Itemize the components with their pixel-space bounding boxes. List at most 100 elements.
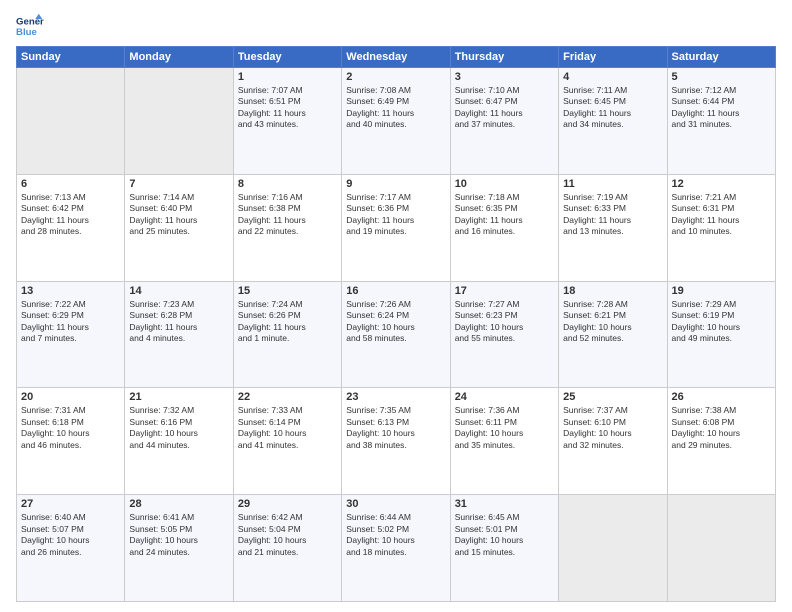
cell-text: Sunrise: 7:26 AM Sunset: 6:24 PM Dayligh…	[346, 299, 445, 345]
cell-text: Sunrise: 7:07 AM Sunset: 6:51 PM Dayligh…	[238, 85, 337, 131]
cell-text: Sunrise: 7:29 AM Sunset: 6:19 PM Dayligh…	[672, 299, 771, 345]
calendar-cell: 24 Sunrise: 7:36 AM Sunset: 6:11 PM Dayli…	[450, 388, 558, 495]
day-number: 27	[21, 498, 120, 510]
cell-text: Sunrise: 7:28 AM Sunset: 6:21 PM Dayligh…	[563, 299, 662, 345]
cell-text: Sunrise: 7:14 AM Sunset: 6:40 PM Dayligh…	[129, 192, 228, 238]
calendar-cell: 5Sunrise: 7:12 AM Sunset: 6:44 PM Daylig…	[667, 68, 775, 175]
calendar-cell: 7 Sunrise: 7:14 AM Sunset: 6:40 PM Daylig…	[125, 174, 233, 281]
calendar-cell: 30 Sunrise: 6:44 AM Sunset: 5:02 PM Dayli…	[342, 495, 450, 602]
cell-text: Sunrise: 7:24 AM Sunset: 6:26 PM Dayligh…	[238, 299, 337, 345]
calendar-cell: 29 Sunrise: 6:42 AM Sunset: 5:04 PM Dayli…	[233, 495, 341, 602]
cell-text: Sunrise: 7:36 AM Sunset: 6:11 PM Dayligh…	[455, 405, 554, 451]
calendar: SundayMondayTuesdayWednesdayThursdayFrid…	[16, 46, 776, 602]
cell-text: Sunrise: 7:38 AM Sunset: 6:08 PM Dayligh…	[672, 405, 771, 451]
day-number: 13	[21, 285, 120, 297]
day-number: 16	[346, 285, 445, 297]
cell-text: Sunrise: 7:33 AM Sunset: 6:14 PM Dayligh…	[238, 405, 337, 451]
day-number: 29	[238, 498, 337, 510]
calendar-cell: 13 Sunrise: 7:22 AM Sunset: 6:29 PM Dayli…	[17, 281, 125, 388]
svg-text:Blue: Blue	[16, 27, 37, 38]
cell-text: Sunrise: 7:12 AM Sunset: 6:44 PM Dayligh…	[672, 85, 771, 131]
day-number: 26	[672, 391, 771, 403]
week-row-4: 20Sunrise: 7:31 AM Sunset: 6:18 PM Dayli…	[17, 388, 776, 495]
calendar-cell: 19 Sunrise: 7:29 AM Sunset: 6:19 PM Dayli…	[667, 281, 775, 388]
calendar-cell: 31 Sunrise: 6:45 AM Sunset: 5:01 PM Dayli…	[450, 495, 558, 602]
calendar-cell: 17 Sunrise: 7:27 AM Sunset: 6:23 PM Dayli…	[450, 281, 558, 388]
weekday-header-friday: Friday	[559, 47, 667, 68]
cell-text: Sunrise: 7:10 AM Sunset: 6:47 PM Dayligh…	[455, 85, 554, 131]
logo: General Blue	[16, 12, 44, 40]
day-number: 24	[455, 391, 554, 403]
calendar-cell: 25 Sunrise: 7:37 AM Sunset: 6:10 PM Dayli…	[559, 388, 667, 495]
calendar-cell	[559, 495, 667, 602]
day-number: 21	[129, 391, 228, 403]
cell-text: Sunrise: 6:41 AM Sunset: 5:05 PM Dayligh…	[129, 512, 228, 558]
cell-text: Sunrise: 7:11 AM Sunset: 6:45 PM Dayligh…	[563, 85, 662, 131]
cell-text: Sunrise: 7:35 AM Sunset: 6:13 PM Dayligh…	[346, 405, 445, 451]
calendar-cell: 6 Sunrise: 7:13 AM Sunset: 6:42 PM Daylig…	[17, 174, 125, 281]
calendar-cell: 18 Sunrise: 7:28 AM Sunset: 6:21 PM Dayli…	[559, 281, 667, 388]
weekday-header-monday: Monday	[125, 47, 233, 68]
calendar-cell: 8Sunrise: 7:16 AM Sunset: 6:38 PM Daylig…	[233, 174, 341, 281]
weekday-header-tuesday: Tuesday	[233, 47, 341, 68]
cell-text: Sunrise: 7:32 AM Sunset: 6:16 PM Dayligh…	[129, 405, 228, 451]
weekday-header-wednesday: Wednesday	[342, 47, 450, 68]
weekday-header-thursday: Thursday	[450, 47, 558, 68]
day-number: 30	[346, 498, 445, 510]
week-row-2: 6 Sunrise: 7:13 AM Sunset: 6:42 PM Daylig…	[17, 174, 776, 281]
cell-text: Sunrise: 7:08 AM Sunset: 6:49 PM Dayligh…	[346, 85, 445, 131]
day-number: 9	[346, 178, 445, 190]
day-number: 15	[238, 285, 337, 297]
calendar-cell: 10Sunrise: 7:18 AM Sunset: 6:35 PM Dayli…	[450, 174, 558, 281]
calendar-cell: 20Sunrise: 7:31 AM Sunset: 6:18 PM Dayli…	[17, 388, 125, 495]
cell-text: Sunrise: 7:37 AM Sunset: 6:10 PM Dayligh…	[563, 405, 662, 451]
calendar-cell: 9Sunrise: 7:17 AM Sunset: 6:36 PM Daylig…	[342, 174, 450, 281]
page: General Blue SundayMondayTuesdayWednesda…	[0, 0, 792, 612]
weekday-header-sunday: Sunday	[17, 47, 125, 68]
calendar-cell: 21 Sunrise: 7:32 AM Sunset: 6:16 PM Dayli…	[125, 388, 233, 495]
calendar-cell: 4 Sunrise: 7:11 AM Sunset: 6:45 PM Daylig…	[559, 68, 667, 175]
calendar-cell: 12Sunrise: 7:21 AM Sunset: 6:31 PM Dayli…	[667, 174, 775, 281]
cell-text: Sunrise: 7:18 AM Sunset: 6:35 PM Dayligh…	[455, 192, 554, 238]
cell-text: Sunrise: 7:23 AM Sunset: 6:28 PM Dayligh…	[129, 299, 228, 345]
day-number: 17	[455, 285, 554, 297]
day-number: 3	[455, 71, 554, 83]
day-number: 23	[346, 391, 445, 403]
cell-text: Sunrise: 6:44 AM Sunset: 5:02 PM Dayligh…	[346, 512, 445, 558]
calendar-cell	[125, 68, 233, 175]
day-number: 11	[563, 178, 662, 190]
day-number: 19	[672, 285, 771, 297]
day-number: 25	[563, 391, 662, 403]
calendar-cell: 1 Sunrise: 7:07 AM Sunset: 6:51 PM Daylig…	[233, 68, 341, 175]
cell-text: Sunrise: 7:27 AM Sunset: 6:23 PM Dayligh…	[455, 299, 554, 345]
day-number: 18	[563, 285, 662, 297]
cell-text: Sunrise: 6:45 AM Sunset: 5:01 PM Dayligh…	[455, 512, 554, 558]
header: General Blue	[16, 12, 776, 40]
calendar-cell	[17, 68, 125, 175]
day-number: 20	[21, 391, 120, 403]
cell-text: Sunrise: 7:21 AM Sunset: 6:31 PM Dayligh…	[672, 192, 771, 238]
day-number: 4	[563, 71, 662, 83]
cell-text: Sunrise: 7:16 AM Sunset: 6:38 PM Dayligh…	[238, 192, 337, 238]
week-row-5: 27Sunrise: 6:40 AM Sunset: 5:07 PM Dayli…	[17, 495, 776, 602]
weekday-header-saturday: Saturday	[667, 47, 775, 68]
weekday-header-row: SundayMondayTuesdayWednesdayThursdayFrid…	[17, 47, 776, 68]
day-number: 6	[21, 178, 120, 190]
calendar-cell	[667, 495, 775, 602]
calendar-cell: 14Sunrise: 7:23 AM Sunset: 6:28 PM Dayli…	[125, 281, 233, 388]
calendar-cell: 3 Sunrise: 7:10 AM Sunset: 6:47 PM Daylig…	[450, 68, 558, 175]
cell-text: Sunrise: 7:19 AM Sunset: 6:33 PM Dayligh…	[563, 192, 662, 238]
calendar-cell: 22Sunrise: 7:33 AM Sunset: 6:14 PM Dayli…	[233, 388, 341, 495]
day-number: 31	[455, 498, 554, 510]
day-number: 7	[129, 178, 228, 190]
cell-text: Sunrise: 7:13 AM Sunset: 6:42 PM Dayligh…	[21, 192, 120, 238]
calendar-cell: 23 Sunrise: 7:35 AM Sunset: 6:13 PM Dayli…	[342, 388, 450, 495]
cell-text: Sunrise: 6:42 AM Sunset: 5:04 PM Dayligh…	[238, 512, 337, 558]
day-number: 2	[346, 71, 445, 83]
calendar-cell: 11 Sunrise: 7:19 AM Sunset: 6:33 PM Dayli…	[559, 174, 667, 281]
cell-text: Sunrise: 7:22 AM Sunset: 6:29 PM Dayligh…	[21, 299, 120, 345]
calendar-cell: 2 Sunrise: 7:08 AM Sunset: 6:49 PM Daylig…	[342, 68, 450, 175]
calendar-cell: 26 Sunrise: 7:38 AM Sunset: 6:08 PM Dayli…	[667, 388, 775, 495]
calendar-cell: 27Sunrise: 6:40 AM Sunset: 5:07 PM Dayli…	[17, 495, 125, 602]
day-number: 1	[238, 71, 337, 83]
